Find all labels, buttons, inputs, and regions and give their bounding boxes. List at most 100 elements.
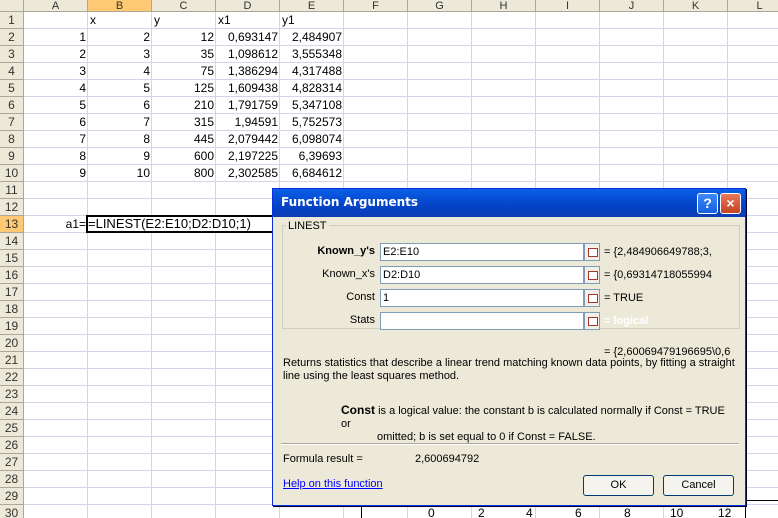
cell-c1[interactable]: y xyxy=(152,12,216,29)
cell-d2[interactable]: 0,693147 xyxy=(216,29,280,46)
row-header-19[interactable]: 19 xyxy=(0,318,24,335)
row-header-8[interactable]: 8 xyxy=(0,131,24,148)
cell-a3[interactable]: 2 xyxy=(24,46,88,63)
cell-d7[interactable]: 1,94591 xyxy=(216,114,280,131)
column-header-b[interactable]: B xyxy=(88,0,152,12)
row-header-20[interactable]: 20 xyxy=(0,335,24,352)
known-ys-collapse-icon[interactable] xyxy=(584,243,600,261)
close-icon[interactable]: × xyxy=(720,193,741,214)
cell-b3[interactable]: 3 xyxy=(88,46,152,63)
cell-e7[interactable]: 5,752573 xyxy=(280,114,344,131)
row-header-30[interactable]: 30 xyxy=(0,505,24,518)
row-header-25[interactable]: 25 xyxy=(0,420,24,437)
row-header-2[interactable]: 2 xyxy=(0,29,24,46)
cell-b9[interactable]: 9 xyxy=(88,148,152,165)
row-header-9[interactable]: 9 xyxy=(0,148,24,165)
row-header-17[interactable]: 17 xyxy=(0,284,24,301)
cell-c2[interactable]: 12 xyxy=(152,29,216,46)
row-header-28[interactable]: 28 xyxy=(0,471,24,488)
cell-d8[interactable]: 2,079442 xyxy=(216,131,280,148)
cell-a9[interactable]: 8 xyxy=(24,148,88,165)
const-collapse-icon[interactable] xyxy=(584,289,600,307)
cell-b7[interactable]: 7 xyxy=(88,114,152,131)
cell-c8[interactable]: 445 xyxy=(152,131,216,148)
column-header-j[interactable]: J xyxy=(600,0,664,12)
column-header-i[interactable]: I xyxy=(536,0,600,12)
cell-b1[interactable]: x xyxy=(88,12,152,29)
row-header-12[interactable]: 12 xyxy=(0,199,24,216)
row-header-11[interactable]: 11 xyxy=(0,182,24,199)
cell-a2[interactable]: 1 xyxy=(24,29,88,46)
row-header-27[interactable]: 27 xyxy=(0,454,24,471)
stats-input[interactable] xyxy=(380,312,584,330)
column-header-d[interactable]: D xyxy=(216,0,280,12)
ok-button[interactable]: OK xyxy=(583,475,654,496)
cell-d5[interactable]: 1,609438 xyxy=(216,80,280,97)
column-header-k[interactable]: K xyxy=(664,0,728,12)
stats-collapse-icon[interactable] xyxy=(584,312,600,330)
cell-c5[interactable]: 125 xyxy=(152,80,216,97)
cell-d6[interactable]: 1,791759 xyxy=(216,97,280,114)
row-header-21[interactable]: 21 xyxy=(0,352,24,369)
row-header-1[interactable]: 1 xyxy=(0,12,24,29)
cell-b13-formula[interactable]: =LINEST(E2:E10;D2:D10;1) xyxy=(88,216,251,232)
cell-e1[interactable]: y1 xyxy=(280,12,344,29)
cell-d1[interactable]: x1 xyxy=(216,12,280,29)
row-header-10[interactable]: 10 xyxy=(0,165,24,182)
row-header-4[interactable]: 4 xyxy=(0,63,24,80)
row-header-7[interactable]: 7 xyxy=(0,114,24,131)
cell-b10[interactable]: 10 xyxy=(88,165,152,182)
cancel-button[interactable]: Cancel xyxy=(663,475,734,496)
cell-c7[interactable]: 315 xyxy=(152,114,216,131)
cell-c10[interactable]: 800 xyxy=(152,165,216,182)
cell-c3[interactable]: 35 xyxy=(152,46,216,63)
column-header-c[interactable]: C xyxy=(152,0,216,12)
cell-e10[interactable]: 6,684612 xyxy=(280,165,344,182)
cell-d9[interactable]: 2,197225 xyxy=(216,148,280,165)
column-header-a[interactable]: A xyxy=(24,0,88,12)
row-header-3[interactable]: 3 xyxy=(0,46,24,63)
select-all-corner[interactable] xyxy=(0,0,24,12)
row-header-26[interactable]: 26 xyxy=(0,437,24,454)
cell-e4[interactable]: 4,317488 xyxy=(280,63,344,80)
cell-e2[interactable]: 2,484907 xyxy=(280,29,344,46)
help-icon[interactable]: ? xyxy=(697,193,718,214)
cell-a6[interactable]: 5 xyxy=(24,97,88,114)
column-header-l[interactable]: L xyxy=(728,0,778,12)
const-input[interactable]: 1 xyxy=(380,289,584,307)
column-header-f[interactable]: F xyxy=(344,0,408,12)
cell-c9[interactable]: 600 xyxy=(152,148,216,165)
known-xs-input[interactable]: D2:D10 xyxy=(380,266,584,284)
cell-d3[interactable]: 1,098612 xyxy=(216,46,280,63)
row-header-23[interactable]: 23 xyxy=(0,386,24,403)
cell-a13[interactable]: a1= xyxy=(24,216,88,233)
row-header-22[interactable]: 22 xyxy=(0,369,24,386)
cell-b5[interactable]: 5 xyxy=(88,80,152,97)
cell-b4[interactable]: 4 xyxy=(88,63,152,80)
cell-c4[interactable]: 75 xyxy=(152,63,216,80)
row-header-29[interactable]: 29 xyxy=(0,488,24,505)
row-header-5[interactable]: 5 xyxy=(0,80,24,97)
column-header-g[interactable]: G xyxy=(408,0,472,12)
row-header-6[interactable]: 6 xyxy=(0,97,24,114)
cell-e5[interactable]: 4,828314 xyxy=(280,80,344,97)
cell-b2[interactable]: 2 xyxy=(88,29,152,46)
cell-d4[interactable]: 1,386294 xyxy=(216,63,280,80)
column-header-e[interactable]: E xyxy=(280,0,344,12)
cell-d10[interactable]: 2,302585 xyxy=(216,165,280,182)
cell-b8[interactable]: 8 xyxy=(88,131,152,148)
cell-a5[interactable]: 4 xyxy=(24,80,88,97)
help-on-function-link[interactable]: Help on this function xyxy=(283,478,383,490)
column-header-h[interactable]: H xyxy=(472,0,536,12)
row-header-14[interactable]: 14 xyxy=(0,233,24,250)
row-header-16[interactable]: 16 xyxy=(0,267,24,284)
cell-e8[interactable]: 6,098074 xyxy=(280,131,344,148)
known-ys-input[interactable]: E2:E10 xyxy=(380,243,584,261)
row-header-24[interactable]: 24 xyxy=(0,403,24,420)
cell-b6[interactable]: 6 xyxy=(88,97,152,114)
cell-a10[interactable]: 9 xyxy=(24,165,88,182)
row-header-18[interactable]: 18 xyxy=(0,301,24,318)
known-xs-collapse-icon[interactable] xyxy=(584,266,600,284)
dialog-titlebar[interactable]: Function Arguments ? × xyxy=(273,189,745,217)
cell-c6[interactable]: 210 xyxy=(152,97,216,114)
